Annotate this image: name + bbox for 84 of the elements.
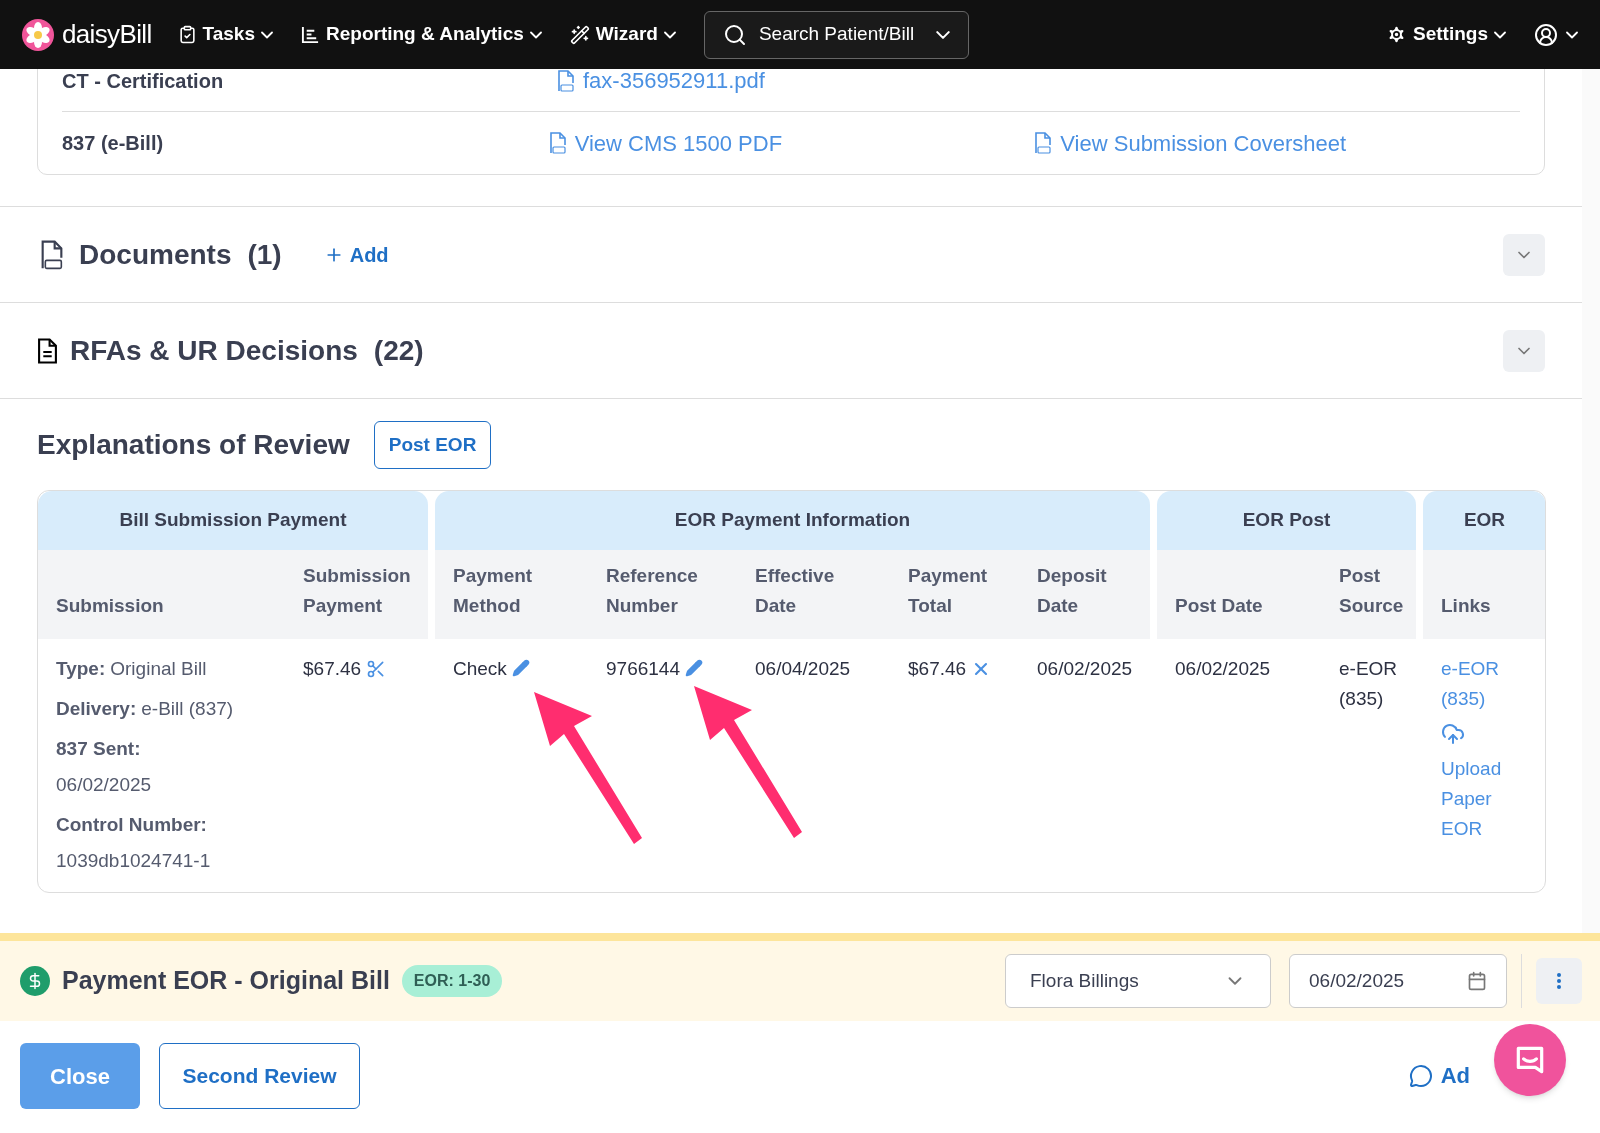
field-label: 837 Sent: xyxy=(56,737,142,761)
eor-badge: EOR: 1-30 xyxy=(401,965,503,997)
nav-menu[interactable]: Wizard xyxy=(569,20,676,49)
section-count: (22) xyxy=(373,333,424,368)
table-cell-text: $67.46 xyxy=(303,657,362,681)
eor-link[interactable]: e-EOR (835) xyxy=(1441,654,1521,714)
table-cell-text: e-EOR (835) xyxy=(1339,657,1399,711)
search-button[interactable]: Search Patient/Bill xyxy=(703,10,970,59)
magic-wand-icon xyxy=(569,24,590,45)
field-label: Delivery: xyxy=(56,697,137,721)
expand-toggle[interactable] xyxy=(1503,233,1545,276)
dollar-icon xyxy=(20,966,50,996)
group-header: Bill Submission Payment xyxy=(38,491,428,550)
second-review-button[interactable]: Second Review xyxy=(159,1043,360,1109)
pdf-file-icon xyxy=(548,131,567,155)
column-header: Post Source xyxy=(1339,564,1405,618)
settings-menu[interactable]: Settings xyxy=(1386,20,1506,49)
table-cell-text: 06/04/2025 xyxy=(755,657,851,681)
field-value: 1039db1024741-1 xyxy=(56,849,212,873)
table-cell-text: 06/02/2025 xyxy=(1037,657,1133,681)
flower-logo-icon xyxy=(22,18,54,51)
eor-heading: Explanations of Review xyxy=(37,428,350,462)
add-button[interactable]: Add xyxy=(323,239,389,270)
close-button[interactable]: Close xyxy=(20,1043,140,1109)
search-icon xyxy=(722,22,747,47)
section-title: RFAs & UR Decisions xyxy=(70,333,358,368)
comment-icon xyxy=(1408,1063,1433,1088)
pdf-file-icon xyxy=(557,69,575,93)
nav-menu[interactable]: Tasks xyxy=(177,20,273,49)
section-count: (1) xyxy=(247,237,282,272)
edit-icon[interactable] xyxy=(684,659,703,677)
edit-icon[interactable] xyxy=(511,659,530,677)
chat-bubble-button[interactable] xyxy=(1494,1024,1566,1096)
section-title: Documents xyxy=(79,237,232,272)
field-value: e-Bill (837) xyxy=(141,697,234,721)
file-label: CT - Certification xyxy=(62,69,225,94)
payment-title: Payment EOR - Original Bill xyxy=(62,965,390,997)
add-note-link[interactable]: Ad xyxy=(1408,1059,1470,1092)
nav-menu[interactable]: Reporting & Analytics xyxy=(301,20,542,49)
assignee-select[interactable]: Flora Billings xyxy=(1005,954,1271,1008)
clipboard-icon xyxy=(177,25,197,44)
cloud-upload-icon[interactable] xyxy=(1441,722,1465,746)
field-label: Type: xyxy=(56,657,106,681)
column-header: Submission Payment xyxy=(303,564,412,618)
date-field[interactable]: 06/02/2025 xyxy=(1289,954,1507,1008)
document-icon xyxy=(37,336,58,365)
calendar-icon xyxy=(1467,971,1487,991)
column-header: Submission xyxy=(56,594,165,618)
group-header: EOR Payment Information xyxy=(435,491,1150,550)
table-cell-text: Check xyxy=(453,657,507,681)
field-value: 06/02/2025 xyxy=(56,773,153,797)
group-header: EOR Post xyxy=(1157,491,1416,550)
chevron-down-icon xyxy=(529,30,542,39)
chevron-down-icon xyxy=(1494,30,1506,39)
more-icon xyxy=(1557,973,1561,989)
file-link[interactable]: View CMS 1500 PDF xyxy=(548,126,1035,160)
chevron-down-icon xyxy=(663,30,676,39)
file-link[interactable]: fax-356952911.pdf xyxy=(557,69,1051,97)
column-header: Reference Number xyxy=(606,564,699,618)
user-menu[interactable] xyxy=(1534,22,1578,47)
column-header: Deposit Date xyxy=(1037,564,1108,618)
expand-toggle[interactable] xyxy=(1503,329,1545,372)
user-icon xyxy=(1534,22,1558,47)
column-header: Payment Method xyxy=(453,564,534,618)
file-link[interactable]: View Submission Coversheet xyxy=(1034,126,1520,160)
table-cell-text: 9766144 xyxy=(606,657,680,681)
pdf-file-icon xyxy=(1034,131,1053,155)
upload-link[interactable]: Upload Paper EOR xyxy=(1441,754,1521,844)
post-eor-button[interactable]: Post EOR xyxy=(373,421,492,469)
brand-name[interactable]: daisyBill xyxy=(62,15,152,54)
column-header: Post Date xyxy=(1175,594,1264,618)
table-cell-text: $67.46 xyxy=(908,657,967,681)
column-header: Payment Total xyxy=(908,564,989,618)
chevron-down-icon xyxy=(261,30,273,39)
field-label: Control Number: xyxy=(56,813,208,837)
group-header: EOR xyxy=(1423,491,1545,550)
column-header: Effective Date xyxy=(755,564,836,618)
field-value: Original Bill xyxy=(110,657,207,681)
chevron-down-icon xyxy=(1566,30,1578,39)
chevron-down-icon xyxy=(936,30,951,39)
file-label: 837 (e-Bill) xyxy=(62,131,165,156)
column-header: Links xyxy=(1441,594,1492,618)
bar-chart-icon xyxy=(301,25,320,44)
table-cell-text: 06/02/2025 xyxy=(1175,657,1271,681)
